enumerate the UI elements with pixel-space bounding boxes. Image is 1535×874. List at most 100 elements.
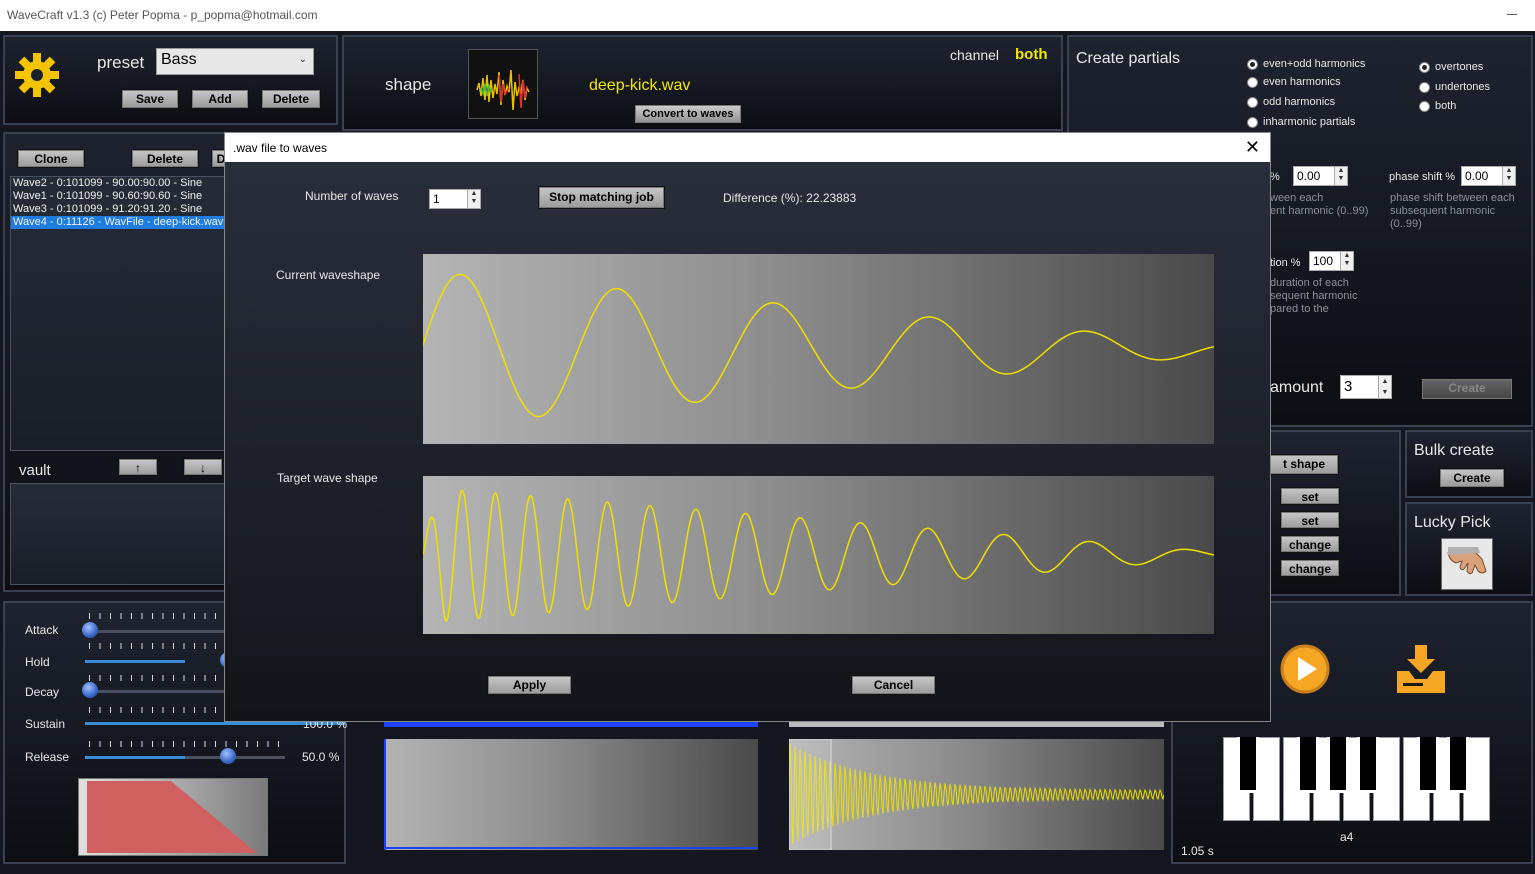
apply-button[interactable]: Apply (487, 675, 572, 695)
piano-black-key[interactable] (1357, 737, 1379, 793)
volume-decrease-value: 0.00 (1297, 169, 1321, 183)
duration-desc-line1: duration of each (1270, 277, 1349, 289)
decay-label: Decay (25, 685, 60, 699)
phase-shift-input[interactable]: 0.00 ▲ ▼ (1461, 166, 1516, 186)
move-down-button[interactable]: ↓ (183, 458, 223, 476)
lucky-pick-title: Lucky Pick (1414, 514, 1491, 531)
volume-desc-line2: ent harmonic (0..99) (1270, 205, 1369, 217)
top-wave-strip (384, 722, 758, 727)
list-item[interactable]: Wave2 - 0:101099 - 90.00:90.00 - Sine (11, 177, 229, 190)
hold-track[interactable] (85, 660, 185, 663)
preset-label: preset (97, 53, 145, 72)
shape-tool-button[interactable]: t shape (1269, 454, 1339, 475)
hold-label: Hold (25, 655, 50, 669)
bulk-create-button[interactable]: Create (1439, 468, 1505, 488)
duration-input[interactable]: 100 ▲ ▼ (1309, 251, 1354, 271)
add-preset-button[interactable]: Add (191, 89, 249, 109)
spinner-icon[interactable]: ▲ ▼ (1340, 252, 1353, 270)
phase-shift-label: phase shift % (1389, 171, 1456, 183)
radio-overtones[interactable] (1419, 62, 1430, 73)
radio-undertones[interactable] (1419, 82, 1430, 93)
harmonic-option-label: even+odd harmonics (1263, 58, 1366, 70)
harmonic-option-label: even harmonics (1263, 76, 1341, 88)
play-icon[interactable] (1279, 643, 1331, 695)
hand-icon (1447, 547, 1487, 575)
spinner-icon[interactable]: ▲ ▼ (1378, 376, 1391, 398)
release-slider-knob[interactable] (220, 748, 236, 764)
amount-input[interactable]: 3 ▲ ▼ (1340, 375, 1392, 399)
target-waveform (422, 489, 1215, 623)
set-button-2[interactable]: set (1280, 511, 1340, 529)
download-icon[interactable] (1393, 641, 1449, 697)
channel-label: channel (950, 47, 1000, 63)
preset-select[interactable]: Bass ⌄ (156, 48, 314, 75)
piano-black-key[interactable] (1297, 737, 1319, 793)
release-ticks (89, 741, 279, 747)
stop-matching-job-button[interactable]: Stop matching job (538, 186, 665, 209)
output-wave-view[interactable] (788, 738, 1165, 851)
create-partials-title: Create partials (1076, 50, 1181, 67)
delete-wave-button[interactable]: Delete (131, 149, 199, 168)
envelope-shape-graphic (79, 779, 267, 855)
move-up-button[interactable]: ↑ (118, 458, 158, 476)
spectrum-cursor (384, 739, 386, 850)
current-waveshape-view (422, 254, 1215, 444)
radio-odd-harmonics[interactable] (1247, 97, 1258, 108)
spectrum-view[interactable] (384, 739, 758, 850)
change-button-2[interactable]: change (1280, 559, 1340, 577)
clone-wave-button[interactable]: Clone (17, 149, 85, 168)
release-track[interactable] (85, 756, 185, 759)
channel-value[interactable]: both (1015, 46, 1047, 63)
radio-both[interactable] (1419, 101, 1430, 112)
list-item[interactable]: Wave3 - 0:101099 - 91.20:91.20 - Sine (11, 203, 229, 216)
lucky-pick-button[interactable] (1441, 538, 1493, 590)
piano-black-key[interactable] (1417, 737, 1439, 793)
lucky-pick-panel: Lucky Pick (1405, 502, 1533, 596)
create-partials-button[interactable]: Create (1421, 378, 1513, 400)
minimize-button[interactable] (1507, 14, 1517, 15)
cancel-button[interactable]: Cancel (851, 675, 936, 695)
decay-slider-knob[interactable] (82, 682, 99, 698)
shape-thumbnail[interactable] (468, 49, 538, 119)
convert-to-waves-button[interactable]: Convert to waves (634, 104, 742, 124)
radio-even-harmonics[interactable] (1247, 77, 1258, 88)
release-value: 50.0 % (302, 750, 340, 764)
change-button-1[interactable]: change (1280, 535, 1340, 553)
tone-option-label: both (1435, 100, 1457, 112)
target-waveshape-label: Target wave shape (277, 471, 378, 485)
phase-shift-desc: phase shift between each subsequent harm… (1390, 192, 1515, 230)
piano-black-key[interactable] (1447, 737, 1469, 793)
wave-list[interactable]: Wave2 - 0:101099 - 90.00:90.00 - Sine Wa… (10, 176, 230, 451)
list-item[interactable]: Wave1 - 0:101099 - 90.60:90.60 - Sine (11, 190, 229, 203)
vault-list[interactable] (10, 483, 230, 585)
spinner-icon[interactable]: ▲ ▼ (1334, 167, 1347, 185)
difference-text: Difference (%): 22.23883 (723, 191, 857, 205)
set-button-1[interactable]: set (1280, 487, 1340, 505)
preset-panel: preset Bass ⌄ Save Add Delete (3, 35, 338, 125)
piano-black-key[interactable] (1327, 737, 1349, 793)
list-item-selected[interactable]: Wave4 - 0:11126 - WavFile - deep-kick.wa… (11, 216, 229, 229)
spinner-icon[interactable]: ▲ ▼ (1502, 167, 1515, 185)
spectrum-baseline (384, 847, 758, 849)
volume-decrease-input[interactable]: 0.00 ▲ ▼ (1293, 166, 1348, 186)
delete-preset-button[interactable]: Delete (261, 89, 321, 109)
wav-to-waves-dialog: .wav file to waves ✕ Number of waves 1 ▲… (224, 132, 1271, 722)
gear-icon[interactable] (13, 51, 61, 99)
close-icon[interactable]: ✕ (1245, 137, 1260, 158)
window-title: WaveCraft v1.3 (c) Peter Popma - p_popma… (7, 8, 318, 22)
shape-panel: shape deep-kick.wav Convert to waves cha… (342, 35, 1063, 131)
top-wave-strip-2 (789, 722, 1164, 727)
dialog-titlebar: .wav file to waves (225, 133, 1270, 162)
note-label: a4 (1340, 830, 1354, 844)
number-of-waves-input[interactable]: 1 ▲ ▼ (429, 189, 481, 209)
radio-inharmonic-partials[interactable] (1247, 117, 1258, 128)
current-waveform (422, 273, 1215, 418)
attack-slider-knob[interactable] (82, 622, 99, 638)
amount-label-fragment: amount (1270, 379, 1324, 396)
radio-even-odd-harmonics[interactable] (1247, 59, 1258, 70)
spinner-icon[interactable]: ▲ ▼ (467, 190, 480, 208)
save-preset-button[interactable]: Save (121, 89, 179, 109)
bulk-create-title: Bulk create (1414, 442, 1495, 459)
duration-desc-line3: pared to the (1270, 303, 1329, 315)
piano-black-key[interactable] (1237, 737, 1259, 793)
